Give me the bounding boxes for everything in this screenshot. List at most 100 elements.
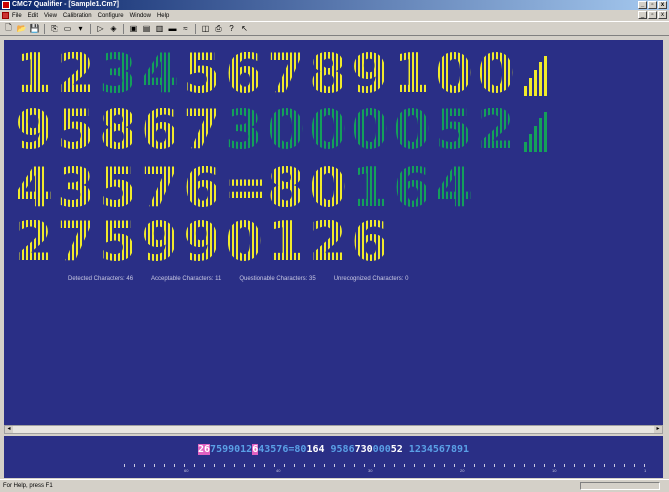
character-glyph[interactable]: 8	[266, 161, 306, 215]
character-glyph[interactable]: 0	[392, 103, 432, 157]
character-glyph[interactable]: 0	[224, 215, 264, 269]
character-glyph[interactable]: 0	[434, 47, 474, 101]
character-glyph[interactable]: 2	[56, 47, 96, 101]
status-text: For Help, press F1	[3, 483, 53, 489]
character-glyph[interactable]: 8	[98, 103, 138, 157]
maximize-button[interactable]: ▫	[648, 1, 657, 9]
character-glyph[interactable]: 9	[140, 215, 180, 269]
save-icon[interactable]: 💾	[29, 23, 40, 34]
menu-configure[interactable]: Configure	[98, 13, 124, 19]
ruler-label: 1	[644, 468, 647, 473]
help-icon[interactable]: ?	[226, 23, 237, 34]
menu-calibration[interactable]: Calibration	[63, 13, 92, 19]
toolbar-separator	[123, 23, 124, 34]
character-glyph[interactable]: 3	[224, 103, 264, 157]
cut-icon[interactable]: ▭	[62, 23, 73, 34]
close-button[interactable]: x	[658, 1, 667, 9]
doc-restore-button[interactable]: ▫	[648, 11, 657, 19]
character-glyph[interactable]: 7	[56, 215, 96, 269]
character-glyph[interactable]: 7	[140, 161, 180, 215]
ruler-label: 30	[368, 468, 373, 473]
play-icon[interactable]: ▷	[95, 23, 106, 34]
character-glyph[interactable]: 9	[350, 47, 390, 101]
character-glyph[interactable]: 7	[182, 103, 222, 157]
export-icon[interactable]: ≈	[180, 23, 191, 34]
character-glyph[interactable]: 1	[350, 161, 390, 215]
character-glyph[interactable]: 2	[476, 103, 516, 157]
menu-file[interactable]: File	[12, 13, 22, 19]
document-icon[interactable]	[2, 12, 9, 19]
menu-bar: File Edit View Calibration Configure Win…	[0, 10, 669, 21]
ruler-tick	[624, 464, 625, 467]
scroll-right-icon[interactable]: ▸	[654, 426, 662, 433]
character-glyph[interactable]: 1	[14, 47, 54, 101]
character-glyph[interactable]: 5	[98, 161, 138, 215]
ruler-tick	[404, 464, 405, 467]
character-glyph[interactable]: 4	[14, 161, 54, 215]
character-glyph[interactable]: 0	[266, 103, 306, 157]
barcode-icon[interactable]: ▥	[154, 23, 165, 34]
ruler-tick	[244, 464, 245, 467]
character-glyph[interactable]: 6	[140, 103, 180, 157]
ruler-tick	[494, 464, 495, 467]
character-glyph[interactable]: 1	[392, 47, 432, 101]
ruler-tick	[414, 464, 415, 467]
context-help-icon[interactable]: ↖	[239, 23, 250, 34]
character-glyph[interactable]: 5	[434, 103, 474, 157]
minimize-button[interactable]: _	[638, 1, 647, 9]
symbol-glyph[interactable]	[518, 108, 558, 152]
character-glyph[interactable]: 6	[392, 161, 432, 215]
character-glyph[interactable]: 0	[476, 47, 516, 101]
horizontal-scrollbar[interactable]: ◂ ▸	[4, 425, 663, 434]
doc-close-button[interactable]: x	[658, 11, 667, 19]
character-glyph[interactable]: 0	[350, 103, 390, 157]
character-glyph[interactable]: 5	[182, 47, 222, 101]
grid-icon[interactable]: ▤	[141, 23, 152, 34]
character-glyph[interactable]: =	[224, 161, 269, 215]
ruler-tick	[474, 464, 475, 467]
title-bar: CMC7 Qualifier - [Sample1.Cm7] _ ▫ x	[0, 0, 669, 10]
character-glyph[interactable]: 7	[266, 47, 306, 101]
zoom-icon[interactable]: ▣	[128, 23, 139, 34]
menu-edit[interactable]: Edit	[28, 13, 38, 19]
character-glyph[interactable]: 6	[224, 47, 264, 101]
character-glyph[interactable]: 4	[434, 161, 474, 215]
ruler-tick	[174, 464, 175, 467]
character-glyph[interactable]: 0	[308, 161, 348, 215]
ruler-tick	[644, 464, 645, 467]
chart-icon[interactable]: ▬	[167, 23, 178, 34]
print-icon[interactable]: ⎙	[213, 23, 224, 34]
character-glyph[interactable]: 5	[98, 215, 138, 269]
stop-icon[interactable]: ◈	[108, 23, 119, 34]
open-icon[interactable]: 📂	[16, 23, 27, 34]
character-glyph[interactable]: 6	[350, 215, 390, 269]
character-glyph[interactable]: 2	[308, 215, 348, 269]
menu-view[interactable]: View	[44, 13, 57, 19]
menu-help[interactable]: Help	[157, 13, 169, 19]
strip-segment: 52	[390, 444, 403, 455]
copy-icon[interactable]: ⎘	[49, 23, 60, 34]
paste-icon[interactable]: ▾	[75, 23, 86, 34]
character-glyph[interactable]: 2	[14, 215, 54, 269]
print-preview-icon[interactable]: ◫	[200, 23, 211, 34]
character-glyph[interactable]: 0	[308, 103, 348, 157]
character-glyph[interactable]: 5	[56, 103, 96, 157]
character-glyph[interactable]: 9	[182, 215, 222, 269]
character-glyph[interactable]: 3	[98, 47, 138, 101]
doc-minimize-button[interactable]: _	[638, 11, 647, 19]
character-glyph[interactable]: 3	[56, 161, 96, 215]
document-canvas[interactable]: 1 2 3 4 5 6 7 8 9 1 0 0 9 5 8 6 7 3 0 0 0 0 5 2 4 3 5 7 6 = 8 0 1 6 4 2 7 5 9 9…	[4, 40, 663, 425]
character-glyph[interactable]: 6	[182, 161, 222, 215]
ruler-tick	[544, 464, 545, 467]
scroll-left-icon[interactable]: ◂	[5, 426, 13, 433]
character-glyph[interactable]: 4	[140, 47, 180, 101]
line-preview-strip[interactable]: 267599012643576=80164 958673000052 12345…	[4, 436, 663, 478]
symbol-glyph[interactable]	[518, 52, 558, 96]
ruler-tick	[614, 464, 615, 467]
menu-window[interactable]: Window	[130, 13, 151, 19]
new-icon[interactable]: 🗋	[3, 23, 14, 34]
character-glyph[interactable]: 1	[266, 215, 306, 269]
toolbar-separator	[90, 23, 91, 34]
character-glyph[interactable]: 9	[14, 103, 54, 157]
character-glyph[interactable]: 8	[308, 47, 348, 101]
